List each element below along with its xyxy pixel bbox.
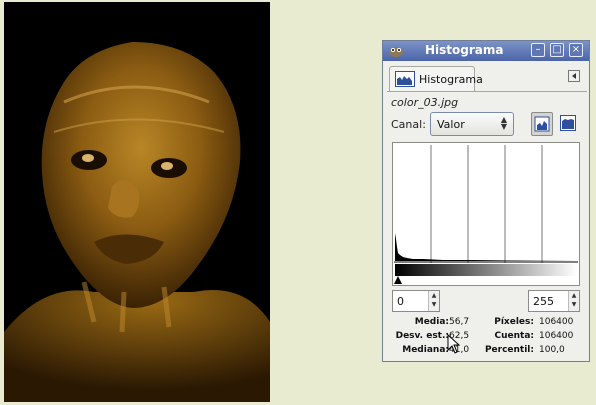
range-high-spinner[interactable]: 255 ▲ ▼: [528, 290, 580, 312]
stat-cuenta-label: Cuenta:: [494, 331, 535, 341]
stat-media-label: Media:: [414, 317, 449, 327]
window-title: Histograma: [425, 43, 504, 57]
spinner-arrows-icon[interactable]: ▲ ▼: [428, 291, 439, 311]
stat-pixeles-label: Píxeles:: [494, 317, 534, 327]
range-low-value: 0: [397, 295, 404, 308]
stat-mediana-label: Mediana:: [402, 345, 449, 355]
linear-histogram-button[interactable]: [531, 112, 553, 136]
high-range-handle[interactable]: [570, 276, 578, 284]
channel-select[interactable]: Valor ▲ ▼: [430, 112, 514, 136]
histogram-dialog: Histograma – □ × Histograma color_03.jpg…: [382, 40, 590, 362]
mouse-cursor-icon: [447, 334, 461, 354]
maximize-icon[interactable]: □: [550, 43, 564, 57]
histogram-curve: [395, 233, 577, 261]
stat-percentil-value: 100,0: [539, 345, 565, 355]
spinner-arrows-icon[interactable]: ▲ ▼: [568, 291, 579, 311]
minimize-icon[interactable]: –: [531, 43, 545, 57]
log-histogram-icon[interactable]: [559, 114, 577, 132]
gimp-logo-icon: [389, 47, 403, 57]
channel-label: Canal:: [391, 118, 426, 131]
low-range-handle[interactable]: [394, 276, 402, 284]
stat-cuenta-value: 106400: [539, 331, 574, 341]
tab-divider: [387, 91, 587, 92]
creature-photo: [4, 2, 270, 402]
tab-menu-icon[interactable]: [568, 70, 580, 82]
value-gradient-bar: [395, 264, 577, 276]
channel-value: Valor: [437, 118, 465, 131]
title-bar[interactable]: Histograma – □ ×: [383, 41, 589, 61]
histogram-view[interactable]: [392, 142, 580, 286]
image-canvas: [4, 2, 270, 402]
linear-histogram-icon: [534, 116, 550, 132]
range-low-spinner[interactable]: 0 ▲ ▼: [392, 290, 440, 312]
chevron-updown-icon: ▲ ▼: [500, 115, 507, 131]
stat-desv-label: Desv. est.:: [395, 331, 449, 341]
range-high-value: 255: [533, 295, 554, 308]
image-filename: color_03.jpg: [391, 96, 459, 109]
stat-media-value: 56,7: [449, 317, 470, 327]
stat-percentil-label: Percentil:: [484, 345, 534, 355]
stat-pixeles-value: 106400: [539, 317, 574, 327]
histogram-tab-icon: [395, 71, 415, 87]
close-icon[interactable]: ×: [569, 43, 583, 57]
tab-histograma[interactable]: Histograma: [389, 66, 483, 92]
tab-label: Histograma: [419, 73, 483, 86]
